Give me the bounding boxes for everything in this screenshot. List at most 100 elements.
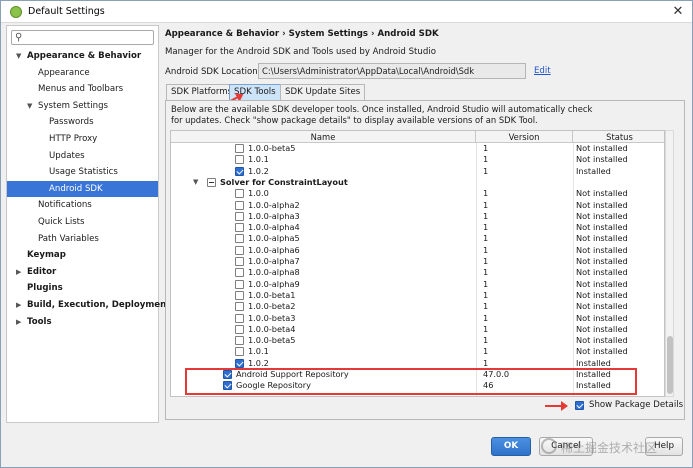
row-checkbox[interactable] [235,200,244,210]
table-row[interactable]: 1.0.0-alpha6 1 Not installed [171,245,664,256]
expand-arrow-icon[interactable]: ▼ [27,98,32,114]
row-checkbox[interactable] [235,324,244,334]
table-row[interactable]: 1.0.0-beta3 1 Not installed [171,312,664,324]
sidebar-item[interactable]: Passwords [7,114,158,130]
row-checkbox[interactable] [235,279,244,289]
table-row[interactable]: 1.0.1 1 Not installed [171,154,664,165]
row-version: 1 [483,278,489,289]
table-row[interactable]: 1.0.0 1 Not installed [171,188,664,199]
table-row[interactable]: 1.0.0-alpha3 1 Not installed [171,210,664,222]
row-checkbox[interactable] [235,245,244,255]
table-row[interactable]: 1.0.0-beta5 1 Not installed [171,143,664,154]
sidebar-item-label: Editor [27,266,57,277]
expand-arrow-icon[interactable]: ▼ [16,48,21,64]
title-bar[interactable]: Default Settings ✕ [1,1,692,23]
collapse-arrow-icon[interactable]: ▶ [16,264,21,280]
sidebar-item-label: Updates [49,150,85,161]
table-scrollbar[interactable] [665,130,674,397]
sidebar-item[interactable]: Quick Lists [7,214,158,230]
sidebar-item-label: Android SDK [49,183,103,194]
sidebar-item[interactable]: Updates [7,148,158,164]
table-row[interactable]: 1.0.1 1 Not installed [171,346,664,357]
table-row[interactable]: 1.0.0-beta2 1 Not installed [171,301,664,312]
row-version: 1 [483,154,489,165]
close-icon[interactable]: ✕ [667,3,689,21]
sidebar-item[interactable]: ▼ Appearance & Behavior [7,48,158,64]
row-checkbox[interactable] [207,177,216,187]
row-checkbox[interactable] [235,211,244,221]
sidebar-item[interactable]: ▼ System Settings [7,98,158,114]
table-row[interactable]: ▼ Solver for ConstraintLayout [171,177,664,188]
sidebar-item[interactable]: Menus and Toolbars [7,81,158,97]
sidebar-item-label: Build, Execution, Deployment [27,300,171,310]
row-checkbox[interactable] [235,302,244,312]
sidebar-item[interactable]: Appearance [7,65,158,81]
tab-sdk-platforms[interactable]: SDK Platforms [166,84,238,100]
sidebar-item[interactable]: HTTP Proxy [7,131,158,147]
tab-sdk-update-sites[interactable]: SDK Update Sites [280,84,366,100]
table-row[interactable]: 1.0.0-beta4 1 Not installed [171,324,664,335]
sidebar-item-label: Appearance & Behavior [27,51,142,61]
table-row[interactable]: 1.0.0-alpha2 1 Not installed [171,199,664,211]
search-input[interactable] [27,32,151,44]
row-checkbox[interactable] [235,234,244,244]
row-status: Not installed [576,222,628,233]
show-package-details-checkbox[interactable] [575,401,584,410]
row-checkbox[interactable] [235,155,244,165]
table-row[interactable]: 1.0.0-alpha7 1 Not installed [171,256,664,267]
sidebar-item[interactable]: Path Variables [7,231,158,247]
sidebar-item[interactable]: Plugins [7,280,158,296]
edit-link[interactable]: Edit [534,66,551,76]
sidebar-item-label: Notifications [38,200,92,211]
column-header-status[interactable]: Status [573,131,664,143]
row-status: Not installed [576,335,628,346]
row-checkbox[interactable] [235,268,244,278]
row-checkbox[interactable] [235,358,244,368]
row-name: 1.0.0-beta3 [248,312,296,323]
sidebar-item[interactable]: ▶ Tools [7,314,158,330]
row-checkbox[interactable] [235,336,244,346]
sdk-tools-description: Below are the available SDK developer to… [171,104,592,126]
row-status: Not installed [576,346,628,357]
column-header-version[interactable]: Version [476,131,573,143]
row-version: 1 [483,165,489,176]
collapse-arrow-icon[interactable]: ▶ [16,314,21,330]
row-status: Not installed [576,267,628,278]
table-row[interactable]: 1.0.2 1 Installed [171,165,664,177]
table-row[interactable]: 1.0.0-beta1 1 Not installed [171,290,664,301]
row-name: 1.0.0-alpha5 [248,233,300,244]
column-header-name[interactable]: Name [171,131,476,143]
collapse-arrow-icon[interactable]: ▶ [16,297,21,313]
sidebar-item[interactable]: Usage Statistics [7,164,158,180]
row-checkbox[interactable] [235,223,244,233]
search-field[interactable]: ⚲ [11,30,154,45]
table-row[interactable]: 1.0.0-beta5 1 Not installed [171,335,664,346]
table-row[interactable]: 1.0.0-alpha8 1 Not installed [171,267,664,278]
ok-button[interactable]: OK [491,437,531,456]
sidebar-item[interactable]: ▶ Build, Execution, Deployment [7,297,170,313]
row-checkbox[interactable] [235,313,244,323]
row-checkbox[interactable] [235,166,244,176]
row-status: Not installed [576,199,628,210]
row-name: 1.0.0-alpha3 [248,210,300,221]
sidebar-item[interactable]: Android SDK [7,180,158,197]
sidebar-item-label: Tools [27,316,52,327]
sdk-location-field[interactable] [258,63,526,79]
scrollbar-thumb[interactable] [667,336,673,394]
settings-sidebar: ⚲ ▼ Appearance & Behavior Appearance Menus … [6,25,170,423]
row-checkbox[interactable] [235,144,244,153]
table-row[interactable]: 1.0.0-alpha5 1 Not installed [171,233,664,244]
row-checkbox[interactable] [235,189,244,199]
sidebar-item[interactable]: ▶ Editor [7,264,158,280]
row-name: 1.0.0-alpha4 [248,222,300,233]
sidebar-item[interactable]: Keymap [7,247,158,263]
row-checkbox[interactable] [235,347,244,357]
annotation-arrow-details [545,401,568,411]
expand-arrow-icon[interactable]: ▼ [193,177,198,188]
row-checkbox[interactable] [235,290,244,300]
row-version: 1 [483,143,489,153]
table-row[interactable]: 1.0.0-alpha4 1 Not installed [171,222,664,233]
table-row[interactable]: 1.0.0-alpha9 1 Not installed [171,278,664,290]
row-checkbox[interactable] [235,257,244,266]
sidebar-item[interactable]: Notifications [7,197,158,213]
